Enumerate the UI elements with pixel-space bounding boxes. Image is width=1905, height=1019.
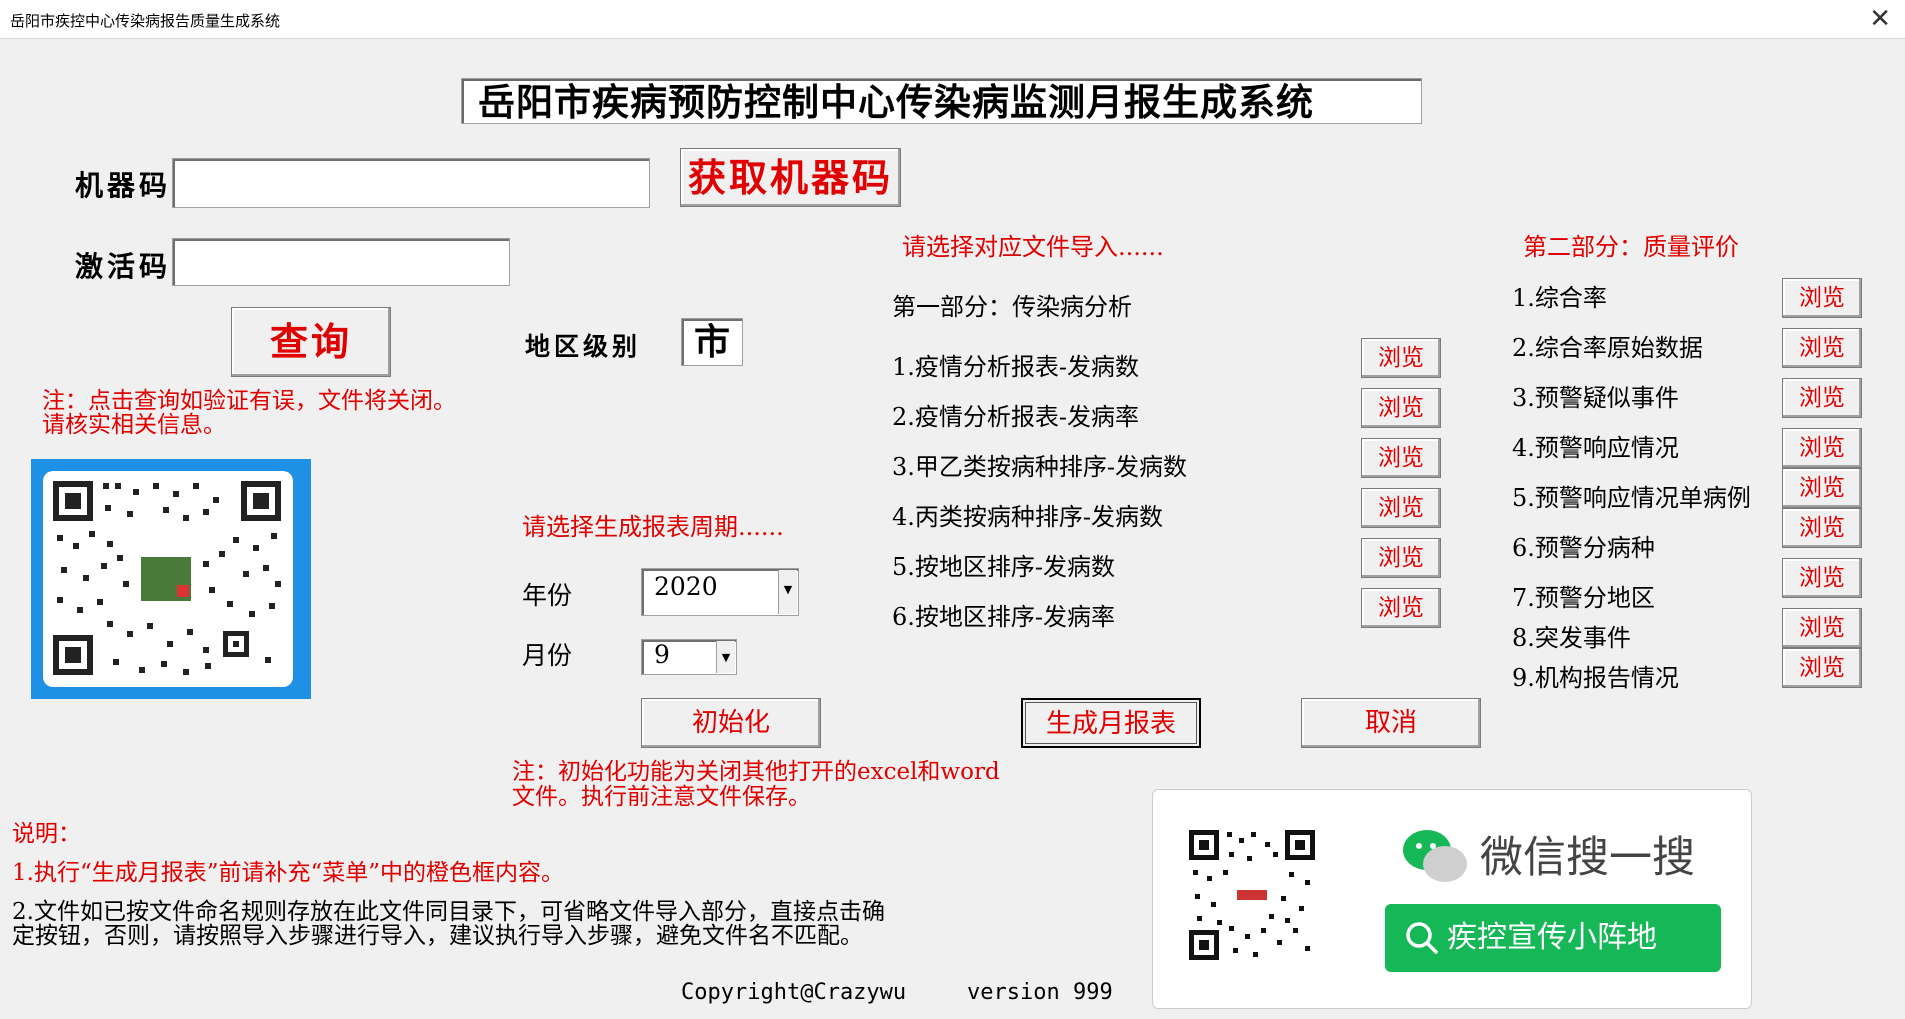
part2-item-label: 4.预警响应情况 (1512, 434, 1679, 462)
part1-item-label: 6.按地区排序-发病率 (892, 603, 1116, 631)
browse-button-p2-4[interactable]: 浏览 (1782, 428, 1862, 468)
import-prompt: 请选择对应文件导入...... (902, 233, 1164, 261)
machine-code-label: 机器码 (75, 169, 172, 202)
chevron-down-icon[interactable]: ▼ (716, 641, 735, 673)
month-select[interactable]: 9 ▼ (641, 639, 737, 675)
browse-button-p2-7[interactable]: 浏览 (1782, 558, 1862, 598)
qr-code (43, 471, 293, 687)
init-note-line2: 文件。执行前注意文件保存。 (512, 784, 811, 810)
wechat-icon (1403, 830, 1467, 882)
instructions-line2b: 定按钮，否则，请按照导入步骤进行导入，建议执行导入步骤，避免文件名不匹配。 (12, 923, 863, 949)
part2-item-label: 2.综合率原始数据 (1512, 334, 1703, 362)
part2-item-label: 1.综合率 (1512, 284, 1607, 312)
get-machine-code-button[interactable]: 获取机器码 (680, 148, 901, 207)
region-level-label: 地区级别 (525, 332, 642, 361)
activation-code-input[interactable] (172, 238, 510, 286)
copyright: Copyright@Crazywu (681, 980, 907, 1005)
instructions-line2a: 2.文件如已按文件命名规则存放在此文件同目录下，可省略文件导入部分，直接点击确 (12, 899, 885, 925)
qr-code-icon (53, 481, 281, 675)
part2-item-label: 7.预警分地区 (1512, 584, 1655, 612)
browse-button-p2-9[interactable]: 浏览 (1782, 648, 1862, 688)
browse-button-p2-2[interactable]: 浏览 (1782, 328, 1862, 368)
instructions-line1: 1.执行“生成月报表”前请补充“菜单”中的橙色框内容。 (12, 860, 564, 886)
part2-item-label: 6.预警分病种 (1512, 534, 1655, 562)
part1-item-label: 3.甲乙类按病种排序-发病数 (892, 453, 1188, 481)
browse-button-p1-1[interactable]: 浏览 (1361, 338, 1441, 378)
title-bar: 岳阳市疾控中心传染病报告质量生成系统 ✕ (0, 0, 1905, 39)
browse-button-p1-5[interactable]: 浏览 (1361, 538, 1441, 578)
init-note-line1: 注：初始化功能为关闭其他打开的excel和word (512, 759, 1000, 785)
wechat-account-name: 疾控宣传小阵地 (1447, 920, 1657, 955)
browse-button-p1-6[interactable]: 浏览 (1361, 588, 1441, 628)
part2-item-label: 9.机构报告情况 (1512, 664, 1679, 692)
chevron-down-icon[interactable]: ▼ (778, 570, 797, 614)
query-warning-line1: 注：点击查询如验证有误，文件将关闭。 (42, 388, 456, 414)
part1-item-label: 1.疫情分析报表-发病数 (892, 353, 1140, 381)
query-warning-line2: 请核实相关信息。 (42, 412, 226, 438)
browse-button-p2-3[interactable]: 浏览 (1782, 378, 1862, 418)
browse-button-p1-2[interactable]: 浏览 (1361, 388, 1441, 428)
part2-item-label: 3.预警疑似事件 (1512, 384, 1679, 412)
activation-code-label: 激活码 (75, 250, 172, 283)
part1-item-label: 2.疫情分析报表-发病率 (892, 403, 1140, 431)
year-label: 年份 (522, 581, 573, 610)
part2-title: 第二部分：质量评价 (1523, 233, 1739, 261)
wechat-search-text: 微信搜一搜 (1480, 833, 1695, 883)
query-button[interactable]: 查询 (231, 307, 391, 377)
version: version 999 (967, 980, 1113, 1005)
region-level-field[interactable]: 市 (681, 318, 743, 366)
month-label: 月份 (522, 641, 573, 670)
init-button[interactable]: 初始化 (641, 698, 821, 748)
browse-button-p2-1[interactable]: 浏览 (1782, 278, 1862, 318)
period-prompt: 请选择生成报表周期...... (522, 513, 784, 541)
wechat-account-button[interactable]: 疾控宣传小阵地 (1385, 904, 1721, 972)
year-value: 2020 (654, 572, 718, 601)
machine-code-input[interactable] (172, 158, 650, 208)
browse-button-p1-4[interactable]: 浏览 (1361, 488, 1441, 528)
search-icon (1406, 922, 1438, 954)
page-title: 岳阳市疾病预防控制中心传染病监测月报生成系统 (461, 78, 1422, 124)
close-icon[interactable]: ✕ (1869, 4, 1891, 34)
instructions-title: 说明： (12, 821, 81, 847)
part2-item-label: 5.预警响应情况单病例 (1512, 484, 1751, 512)
qr-code (1189, 830, 1315, 960)
window-title: 岳阳市疾控中心传染病报告质量生成系统 (10, 12, 281, 30)
qr-code-card (31, 459, 311, 699)
cancel-button[interactable]: 取消 (1301, 698, 1481, 748)
part2-item-label: 8.突发事件 (1512, 624, 1631, 652)
browse-button-p1-3[interactable]: 浏览 (1361, 438, 1441, 478)
browse-button-p2-8[interactable]: 浏览 (1782, 608, 1862, 648)
part1-item-label: 4.丙类按病种排序-发病数 (892, 503, 1164, 531)
part1-item-label: 5.按地区排序-发病数 (892, 553, 1116, 581)
browse-button-p2-6[interactable]: 浏览 (1782, 508, 1862, 548)
month-value: 9 (654, 640, 670, 669)
year-select[interactable]: 2020 ▼ (641, 568, 799, 616)
part1-title: 第一部分：传染病分析 (892, 293, 1132, 321)
generate-report-button[interactable]: 生成月报表 (1021, 698, 1201, 748)
browse-button-p2-5[interactable]: 浏览 (1782, 468, 1862, 508)
wechat-search-card: 微信搜一搜 疾控宣传小阵地 (1152, 789, 1752, 1009)
